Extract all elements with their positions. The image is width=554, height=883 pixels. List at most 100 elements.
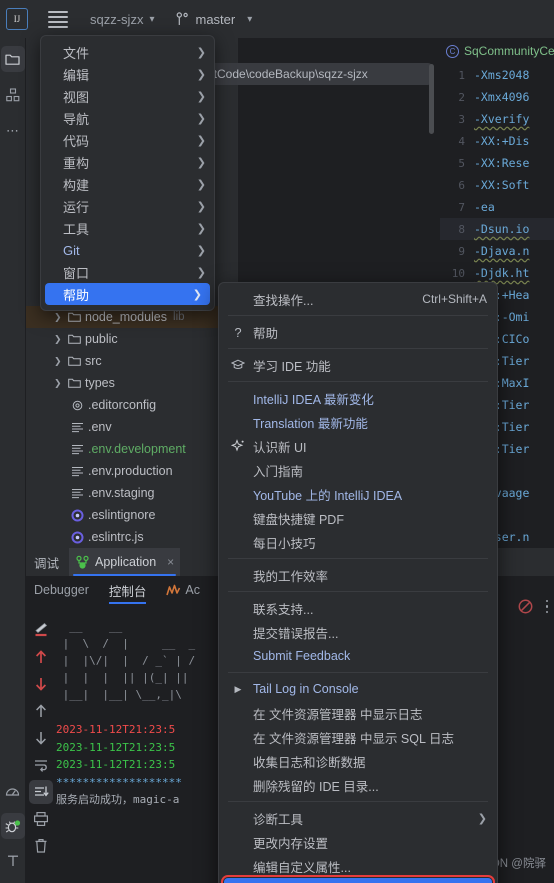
main-menu-item-label: 代码 [63,133,90,149]
help-menu-item-认识新-UI[interactable]: 认识新 UI [219,434,497,458]
main-menu-item-窗口[interactable]: 窗口 ❯ [41,261,214,283]
help-menu-item-编辑自定义-VM-选项[interactable]: 编辑自定义 VM 选项... [221,875,495,883]
help-menu-item-label: 在 文件资源管理器 中显示 SQL 日志 [253,731,454,746]
main-menu-item-代码[interactable]: 代码 ❯ [41,129,214,151]
main-menu-item-工具[interactable]: 工具 ❯ [41,217,214,239]
previous-occurrence-button[interactable] [29,645,53,669]
main-menu-item-导航[interactable]: 导航 ❯ [41,107,214,129]
scroll-down-button[interactable] [29,726,53,750]
tab-console[interactable]: 控制台 [108,576,147,604]
help-menu-item-label: 编辑自定义属性... [253,860,351,875]
build-tool-window-button[interactable] [1,847,25,873]
help-menu-item-YouTube-上的-IntelliJ-IDEA[interactable]: YouTube 上的 IntelliJ IDEA [219,482,497,506]
print-button[interactable] [29,807,53,831]
profiler-tool-window-button[interactable] [1,779,25,805]
tree-item-eslintignore[interactable]: .eslintignore [26,504,238,526]
help-menu-item-编辑自定义属性[interactable]: 编辑自定义属性... [219,854,497,878]
main-menu-item-帮助[interactable]: 帮助 ❯ [45,283,210,305]
line-code: -ea [474,200,495,214]
project-selector[interactable]: sqzz-sjzx ▾ [68,12,154,27]
soft-wrap-button[interactable] [29,618,53,642]
expand-arrow-icon[interactable]: ❯ [54,378,68,389]
editor-line[interactable]: 5 -XX:Rese [440,152,554,174]
help-menu-item-在-文件资源管理器-中显示日志[interactable]: 在 文件资源管理器 中显示日志 [219,701,497,725]
help-menu-item-帮助[interactable]: ? 帮助 [219,320,497,344]
main-menu-item-label: 编辑 [63,67,90,83]
expand-arrow-icon[interactable]: ❯ [54,312,68,323]
editor-line[interactable]: 2 -Xmx4096 [440,86,554,108]
tree-item-types[interactable]: ❯ types [26,372,238,394]
branch-selector[interactable]: master ▾ [176,12,252,27]
main-menu-item-Git[interactable]: Git ❯ [41,239,214,261]
help-menu-item-查找操作[interactable]: 查找操作... Ctrl+Shift+A [219,287,497,311]
scroll-up-button[interactable] [29,699,53,723]
tree-scrollbar[interactable] [429,64,434,134]
chevron-right-icon: ❯ [196,46,206,59]
project-tree-rows: ❯ node_modules lib ❯ public ❯ src ❯ types .editor… [26,306,238,548]
line-code: -Djava.n [474,244,530,258]
debug-tool-window-button[interactable] [0,813,25,839]
help-menu-item-入门指南[interactable]: 入门指南 [219,458,497,482]
tree-item-src[interactable]: ❯ src [26,350,238,372]
more-vertical-icon[interactable] [545,599,548,614]
expand-arrow-icon[interactable]: ❯ [54,334,68,345]
scroll-to-end-button[interactable] [29,780,53,804]
editor-line[interactable]: 8 -Dsun.io [440,218,554,240]
clear-all-button[interactable] [29,834,53,858]
help-menu-item-在-文件资源管理器-中显示-SQL-日志[interactable]: 在 文件资源管理器 中显示 SQL 日志 [219,725,497,749]
tab-debugger[interactable]: Debugger [34,576,89,604]
help-menu-item-Submit-Feedback[interactable]: Submit Feedback [219,644,497,668]
main-menu-item-构建[interactable]: 构建 ❯ [41,173,214,195]
main-menu-item-视图[interactable]: 视图 ❯ [41,85,214,107]
tree-item-env[interactable]: .env [26,416,238,438]
tree-item-public[interactable]: ❯ public [26,328,238,350]
tree-item-env-development[interactable]: .env.development [26,438,238,460]
tree-item-editorconfig[interactable]: .editorconfig [26,394,238,416]
editor-line[interactable]: 7 -ea [440,196,554,218]
mute-breakpoints-icon[interactable] [517,598,534,615]
main-menu-item-文件[interactable]: 文件 ❯ [41,41,214,63]
project-tool-window-button[interactable] [0,46,25,72]
editor-line[interactable]: 1 -Xms2048 [440,64,554,86]
expand-arrow-icon[interactable]: ❯ [54,356,68,367]
help-menu-item-键盘快捷键-PDF[interactable]: 键盘快捷键 PDF [219,506,497,530]
use-soft-wraps-button[interactable] [29,753,53,777]
tree-item-env-production[interactable]: .env.production [26,460,238,482]
run-config-tab-application[interactable]: Application × [69,548,181,576]
close-icon[interactable]: × [167,555,174,569]
editor-line[interactable]: 4 -XX:+Dis [440,130,554,152]
tree-item-label: .eslintignore [88,508,156,522]
tree-item-eslintrc-js[interactable]: .eslintrc.js [26,526,238,548]
editor-line[interactable]: 6 -XX:Soft [440,174,554,196]
help-menu-item-联系支持[interactable]: 联系支持... [219,596,497,620]
tree-item-env-staging[interactable]: .env.staging [26,482,238,504]
help-menu-item-收集日志和诊断数据[interactable]: 收集日志和诊断数据 [219,749,497,773]
help-menu-item-每日小技巧[interactable]: 每日小技巧 [219,530,497,554]
editor-tab-sqcommunity[interactable]: C SqCommunityCe [440,38,554,64]
help-menu-item-Translation-最新功能[interactable]: Translation 最新功能 [219,410,497,434]
tab-actuator[interactable]: Ac [166,576,200,604]
more-tool-windows-button[interactable]: ⋯ [1,118,25,144]
help-menu-item-Tail-Log-in-Console[interactable]: ▶ Tail Log in Console [219,677,497,701]
main-menu-popup[interactable]: 文件 ❯ 编辑 ❯ 视图 ❯ 导航 ❯ 代码 ❯ 重构 ❯ 构建 ❯ 运行 ❯ 工具 ❯ Git ❯ 窗口 ❯ 帮助 ❯ [40,35,215,311]
structure-tool-window-button[interactable] [1,82,25,108]
help-menu-item-更改内存设置[interactable]: 更改内存设置 [219,830,497,854]
help-menu-item-诊断工具[interactable]: 诊断工具 ❯ [219,806,497,830]
next-occurrence-button[interactable] [29,672,53,696]
editor-line[interactable]: 10 -Djdk.ht [440,262,554,284]
help-menu-item-IntelliJ-IDEA-最新变化[interactable]: IntelliJ IDEA 最新变化 [219,386,497,410]
main-menu-item-重构[interactable]: 重构 ❯ [41,151,214,173]
help-menu-item-提交错误报告[interactable]: 提交错误报告... [219,620,497,644]
editor-line[interactable]: 9 -Djava.n [440,240,554,262]
main-menu-item-编辑[interactable]: 编辑 ❯ [41,63,214,85]
activity-bar: ⋯ [0,38,26,883]
help-menu-item-学习-IDE-功能[interactable]: 学习 IDE 功能 [219,353,497,377]
tree-item-sub-label: lib [173,311,185,323]
editor-line[interactable]: 3 -Xverify [440,108,554,130]
main-menu-item-运行[interactable]: 运行 ❯ [41,195,214,217]
chevron-right-icon: ❯ [196,178,206,191]
help-menu-item-我的工作效率[interactable]: 我的工作效率 [219,563,497,587]
help-menu-item-删除残留的-IDE-目录[interactable]: 删除残留的 IDE 目录... [219,773,497,797]
help-submenu-popup[interactable]: 查找操作... Ctrl+Shift+A ? 帮助学习 IDE 功能 IntelliJ … [218,282,498,883]
main-menu-icon[interactable] [48,10,68,28]
